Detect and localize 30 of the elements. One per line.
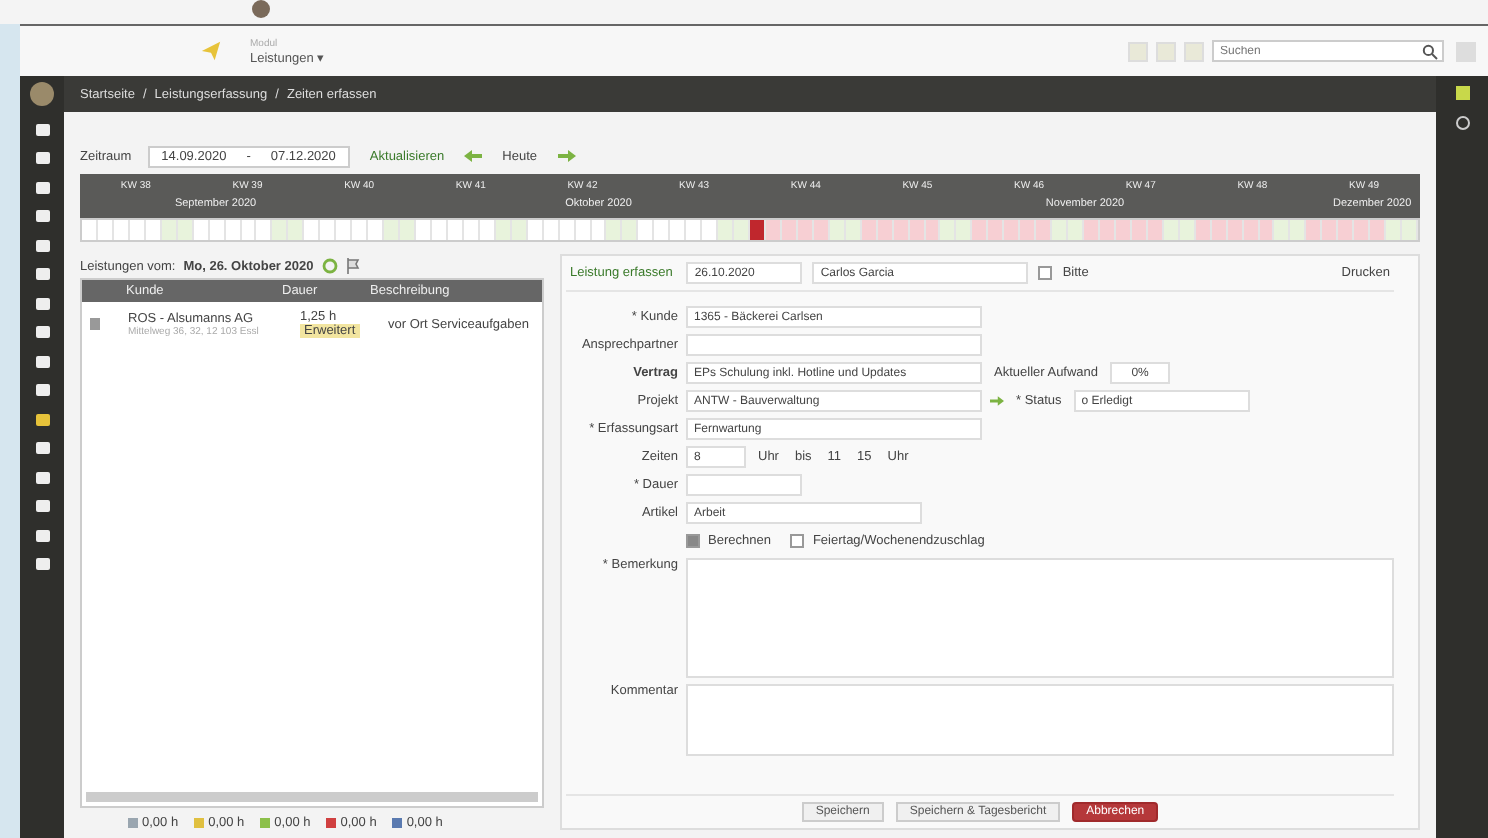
checkbox[interactable] [790, 534, 805, 548]
search-icon [1422, 43, 1438, 59]
nav-icon[interactable] [35, 123, 49, 135]
scrollbar[interactable] [86, 792, 538, 802]
select-field[interactable] [686, 334, 982, 356]
sidebar-icon[interactable] [1455, 116, 1469, 130]
select-field[interactable] [686, 474, 802, 496]
nav-icon[interactable] [35, 210, 49, 222]
checkbox[interactable] [1038, 266, 1053, 280]
nav-icon[interactable] [35, 500, 49, 512]
avatar-circle [252, 0, 270, 18]
sidebar-icon[interactable] [1455, 86, 1469, 100]
nav-icon[interactable] [35, 413, 49, 425]
nav-icon[interactable] [35, 529, 49, 541]
checkbox[interactable] [686, 534, 700, 548]
nav-icon[interactable] [35, 326, 49, 338]
flag-icon[interactable] [345, 258, 360, 274]
nav-icon[interactable] [35, 558, 49, 570]
nav-icon[interactable] [35, 268, 49, 280]
nav-icon[interactable] [35, 152, 49, 164]
nav-icon[interactable] [35, 442, 49, 454]
nav-icon[interactable] [35, 181, 49, 193]
nav-icon[interactable] [35, 297, 49, 309]
logo-icon [200, 40, 222, 62]
arrow-right-icon [990, 396, 1004, 406]
avatar-circle [30, 82, 54, 106]
nav-icon[interactable] [35, 239, 49, 251]
nav-icon[interactable] [35, 355, 49, 367]
nav-icon[interactable] [35, 384, 49, 396]
nav-icon[interactable] [35, 471, 49, 483]
